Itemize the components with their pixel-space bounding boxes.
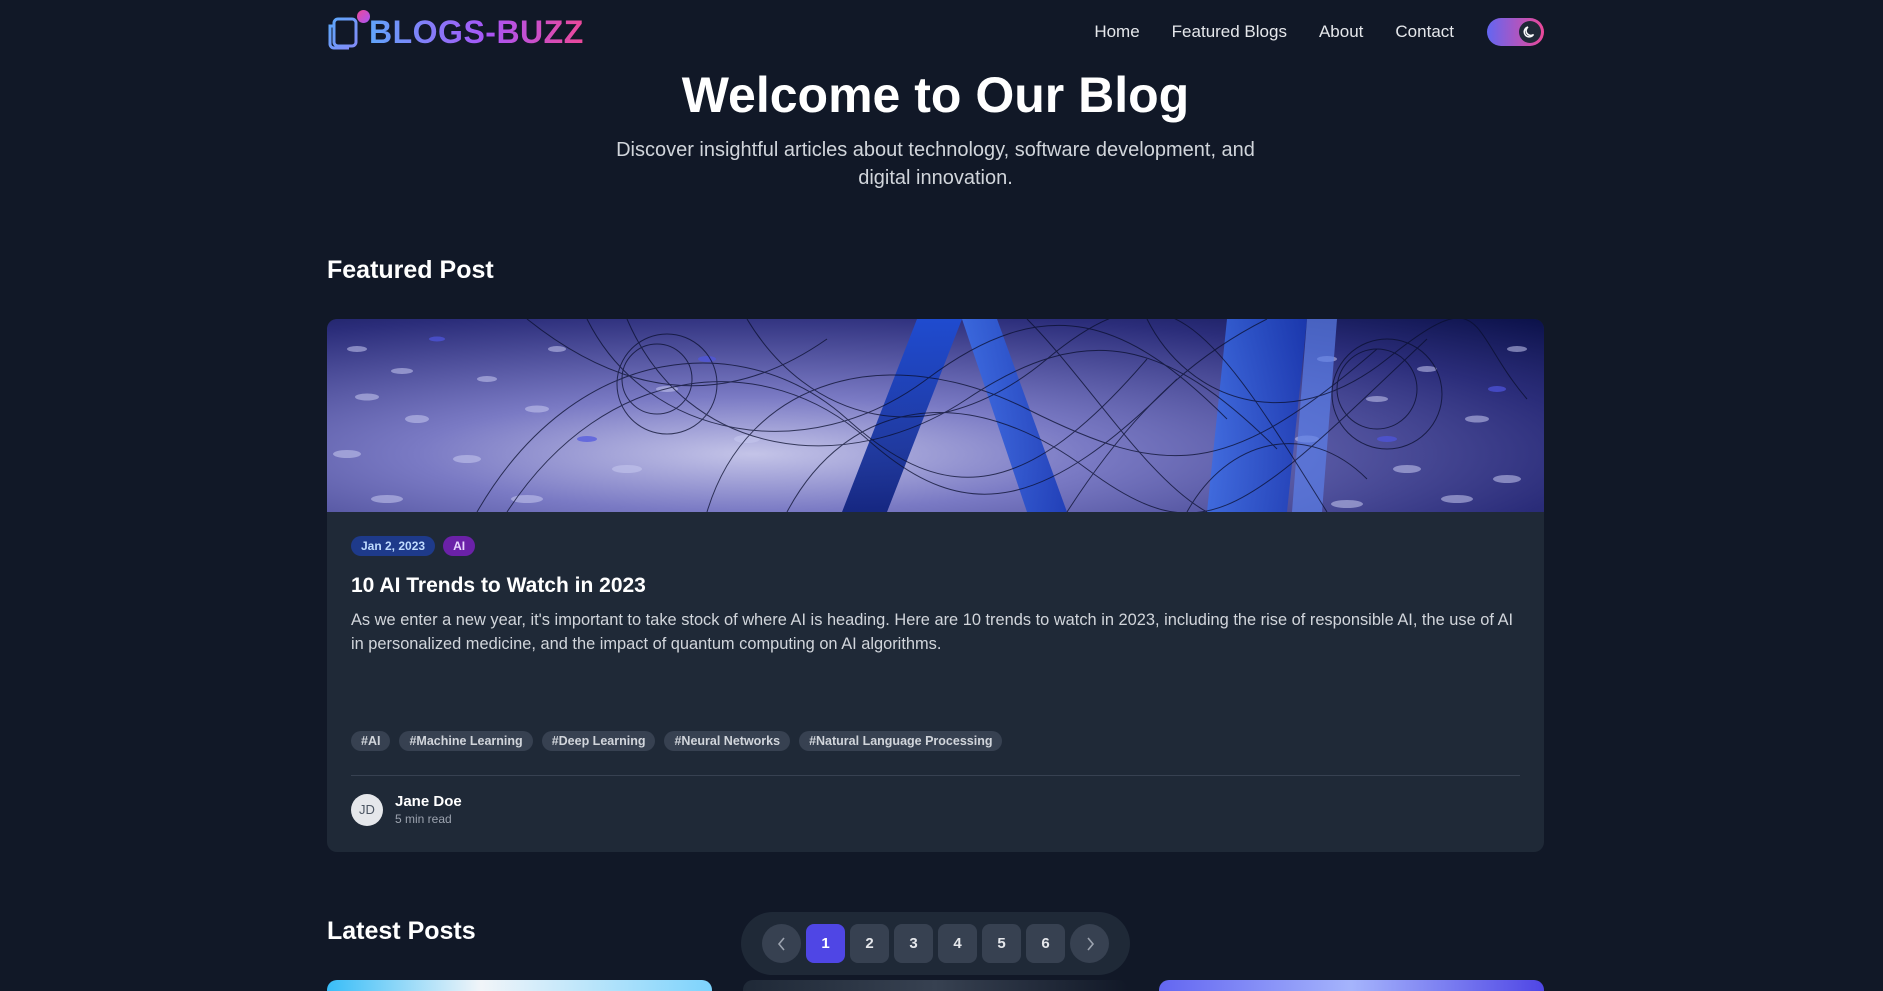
post-excerpt: As we enter a new year, it's important t… <box>351 611 1514 653</box>
post-title[interactable]: 10 AI Trends to Watch in 2023 <box>351 574 646 598</box>
tag-ai[interactable]: #AI <box>351 731 391 751</box>
pagination: 1 2 3 4 5 6 <box>741 912 1130 975</box>
brand-logo[interactable]: BLOGS-BUZZ <box>327 10 584 52</box>
latest-post-card-image[interactable] <box>743 980 1128 991</box>
page-subtitle: Discover insightful articles about techn… <box>616 139 1255 189</box>
page-button-6[interactable]: 6 <box>1026 924 1065 963</box>
latest-section-title: Latest Posts <box>327 917 476 945</box>
tag-neural-networks[interactable]: #Neural Networks <box>664 731 791 751</box>
brand-name: BLOGS-BUZZ <box>369 13 584 50</box>
latest-post-card-image[interactable] <box>327 980 712 991</box>
tag-deep-learning[interactable]: #Deep Learning <box>541 731 656 751</box>
latest-post-card-image[interactable] <box>1159 980 1544 991</box>
card-divider <box>351 775 1520 776</box>
nav-about[interactable]: About <box>1319 22 1363 42</box>
featured-post-card[interactable]: Jan 2, 2023 AI 10 AI Trends to Watch in … <box>327 319 1544 852</box>
tag-machine-learning[interactable]: #Machine Learning <box>399 731 533 751</box>
page-button-3[interactable]: 3 <box>894 924 933 963</box>
page-title: Welcome to Our Blog <box>681 67 1190 123</box>
top-navbar: BLOGS-BUZZ Home Featured Blogs About Con… <box>327 10 1544 54</box>
page-button-4[interactable]: 4 <box>938 924 977 963</box>
nav-contact[interactable]: Contact <box>1395 22 1454 42</box>
nav-home[interactable]: Home <box>1094 22 1139 42</box>
page-button-1[interactable]: 1 <box>806 924 845 963</box>
nav-links: Home Featured Blogs About Contact <box>1062 18 1544 46</box>
theme-toggle[interactable] <box>1487 18 1544 46</box>
post-tags: #AI #Machine Learning #Deep Learning #Ne… <box>351 731 1003 751</box>
author-info: JD Jane Doe 5 min read <box>351 793 462 826</box>
page-button-5[interactable]: 5 <box>982 924 1021 963</box>
category-badge[interactable]: AI <box>443 536 476 556</box>
post-badges: Jan 2, 2023 AI <box>351 536 476 556</box>
moon-icon <box>1519 21 1541 43</box>
author-name: Jane Doe <box>395 793 462 810</box>
chevron-right-icon[interactable] <box>1070 924 1109 963</box>
featured-section-title: Featured Post <box>327 256 494 284</box>
avatar: JD <box>351 793 383 826</box>
nav-featured-blogs[interactable]: Featured Blogs <box>1172 22 1287 42</box>
tag-nlp[interactable]: #Natural Language Processing <box>799 731 1003 751</box>
notification-dot <box>357 10 370 23</box>
date-badge: Jan 2, 2023 <box>351 536 436 556</box>
featured-post-image[interactable] <box>327 319 1544 512</box>
newspaper-icon <box>327 10 370 52</box>
read-time: 5 min read <box>395 812 452 826</box>
page-button-2[interactable]: 2 <box>850 924 889 963</box>
chevron-left-icon[interactable] <box>762 924 801 963</box>
